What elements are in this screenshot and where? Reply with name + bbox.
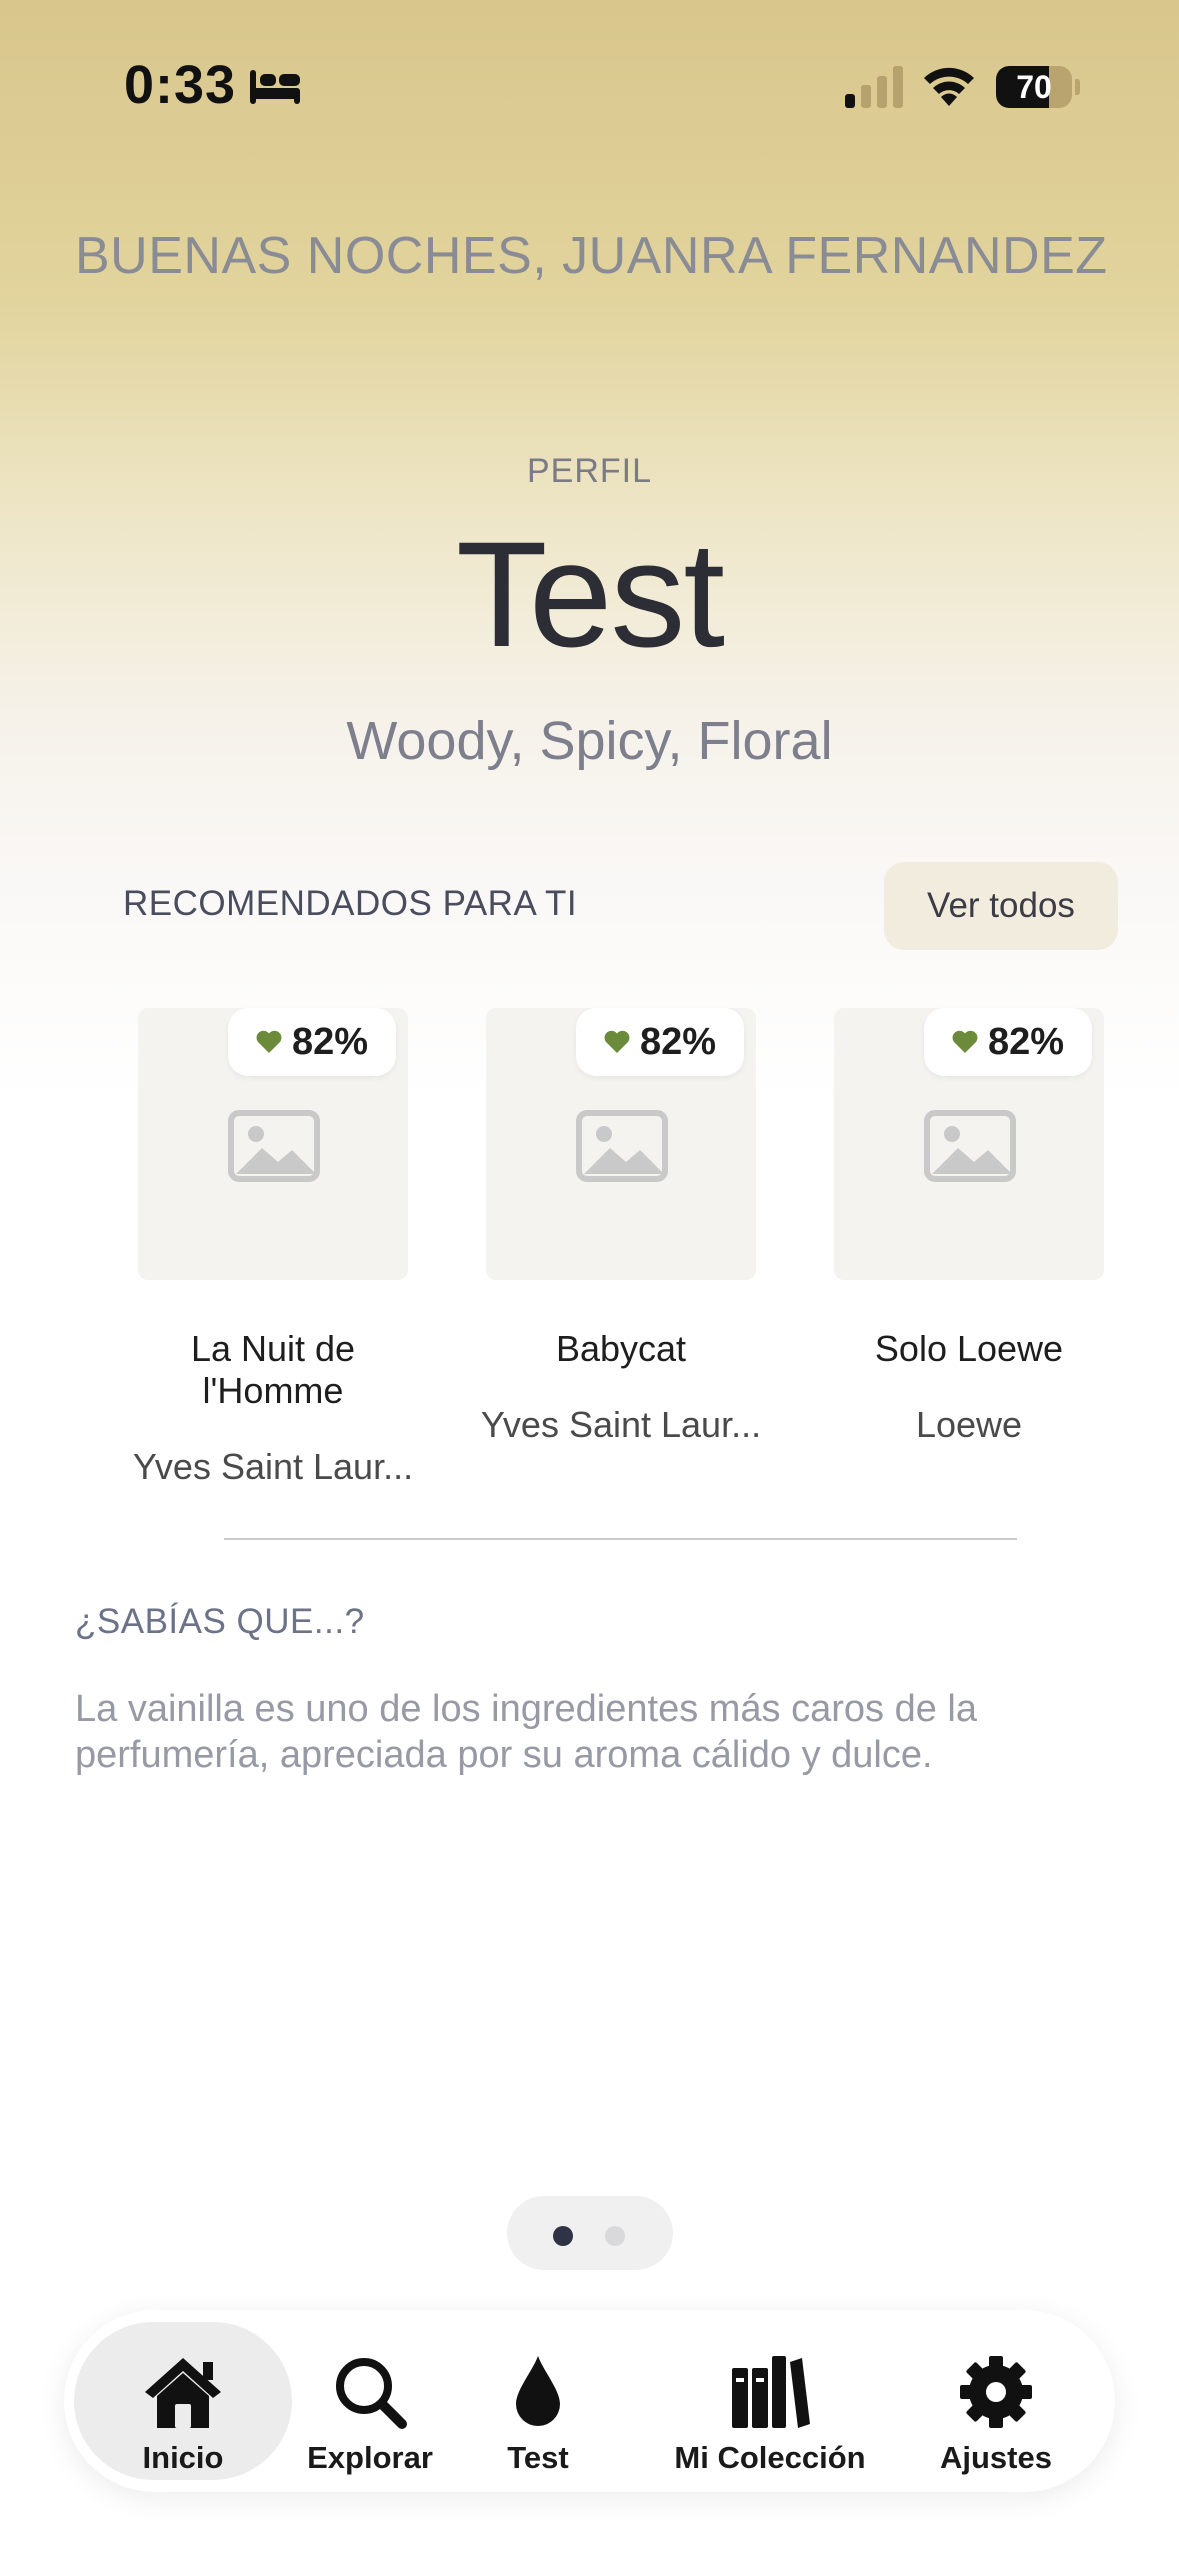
tab-ajustes[interactable]: Ajustes [926,2322,1066,2480]
tab-label: Explorar [307,2440,433,2475]
tab-label: Inicio [142,2440,224,2475]
battery-indicator: 70 [996,66,1080,108]
tab-mi-coleccion[interactable]: Mi Colección [670,2322,870,2480]
tab-inicio[interactable]: Inicio [74,2322,292,2480]
tab-label: Ajustes [940,2440,1052,2475]
match-percentage: 82% [291,1020,369,1063]
fact-title: ¿SABÍAS QUE...? [75,1602,365,1641]
match-percentage: 82% [987,1020,1065,1063]
cellular-signal-icon [845,66,903,108]
home-icon [145,2358,221,2428]
perfume-name: La Nuit de l'Homme [190,1328,356,1411]
drop-icon [516,2356,560,2426]
tab-label: Test [507,2440,569,2475]
image-placeholder-icon [924,1110,1016,1182]
tab-test[interactable]: Test [488,2322,588,2480]
match-badge: 82% [576,1008,744,1076]
battery-level: 70 [1016,69,1052,105]
status-bar: 0:33 70 [0,0,1179,170]
section-divider [224,1538,1017,1540]
perfume-name: Solo Loewe [874,1328,1064,1369]
profile-name[interactable]: Test [0,508,1179,681]
match-badge: 82% [228,1008,396,1076]
page-dot[interactable] [605,2226,625,2246]
gear-icon [960,2356,1032,2428]
match-percentage: 82% [639,1020,717,1063]
match-badge: 82% [924,1008,1092,1076]
fact-text: La vainilla es uno de los ingredientes m… [75,1688,977,1776]
tab-explorar[interactable]: Explorar [300,2322,440,2480]
tab-bar: Inicio Explorar Test Mi Colección Ajuste… [64,2310,1115,2492]
image-placeholder-icon [576,1110,668,1182]
bed-icon [250,70,300,104]
profile-notes: Woody, Spicy, Floral [346,711,833,771]
image-placeholder-icon [228,1110,320,1182]
heart-icon [604,1030,630,1053]
heart-icon [256,1030,282,1053]
perfume-brand: Yves Saint Laur... [132,1446,414,1487]
recommended-title: RECOMENDADOS PARA TI [123,884,578,923]
tab-label: Mi Colección [674,2440,866,2475]
search-icon [336,2358,407,2429]
page-dot-active[interactable] [553,2226,573,2246]
wifi-icon [924,67,974,106]
books-icon [732,2356,810,2428]
profile-label: PERFIL [526,452,653,490]
greeting-text: BUENAS NOCHES, JUANRA FERNANDEZ [75,227,1108,285]
status-time: 0:33 [124,55,237,115]
perfume-brand: Loewe [915,1404,1023,1445]
perfume-brand: Yves Saint Laur... [480,1404,762,1445]
perfume-name: Babycat [555,1328,687,1369]
heart-icon [952,1030,978,1053]
see-all-button[interactable]: Ver todos [884,862,1118,950]
page-indicator[interactable] [507,2196,673,2270]
